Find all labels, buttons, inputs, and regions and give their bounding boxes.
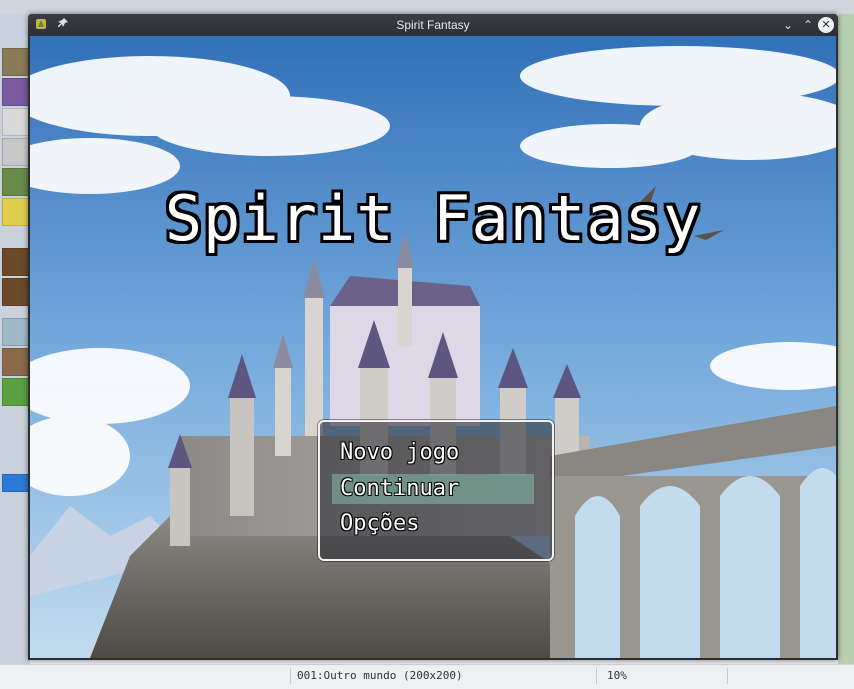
status-zoom: 10%	[596, 668, 728, 684]
status-map-name: 001:Outro mundo (200x200)	[290, 668, 597, 684]
tileset-tile[interactable]	[2, 278, 30, 306]
title-background-art	[30, 36, 836, 658]
tileset-tile[interactable]	[2, 318, 30, 346]
close-icon[interactable]: ✕	[818, 17, 834, 33]
tileset-tile[interactable]	[2, 378, 30, 406]
tileset-tile[interactable]	[2, 348, 30, 376]
tileset-tile[interactable]	[2, 248, 30, 276]
title-menu: Novo jogo Continuar Opções	[318, 420, 554, 561]
map-canvas-edge[interactable]	[838, 14, 854, 664]
layer-selection[interactable]	[2, 474, 30, 492]
menu-item-options[interactable]: Opções	[332, 509, 534, 539]
editor-toolbar	[0, 0, 854, 14]
window-title: Spirit Fantasy	[396, 18, 470, 32]
tileset-tile[interactable]	[2, 78, 30, 106]
game-viewport[interactable]: Spirit Fantasy Novo jogo Continuar Opçõe…	[30, 36, 836, 658]
tileset-tile[interactable]	[2, 168, 30, 196]
tileset-tile[interactable]	[2, 198, 30, 226]
minimize-icon[interactable]: ⌄	[780, 17, 796, 33]
tileset-tile[interactable]	[2, 138, 30, 166]
tileset-tile[interactable]	[2, 108, 30, 136]
game-title: Spirit Fantasy	[164, 182, 702, 255]
game-window: Spirit Fantasy ⌄ ⌃ ✕ Spirit Fantasy Novo…	[28, 14, 838, 660]
menu-item-new-game[interactable]: Novo jogo	[332, 438, 534, 468]
menu-item-continue[interactable]: Continuar	[332, 474, 534, 504]
tileset-tile[interactable]	[2, 48, 30, 76]
window-titlebar[interactable]: Spirit Fantasy ⌄ ⌃ ✕	[28, 14, 838, 36]
tileset-palette[interactable]	[0, 14, 30, 674]
maximize-icon[interactable]: ⌃	[800, 17, 816, 33]
